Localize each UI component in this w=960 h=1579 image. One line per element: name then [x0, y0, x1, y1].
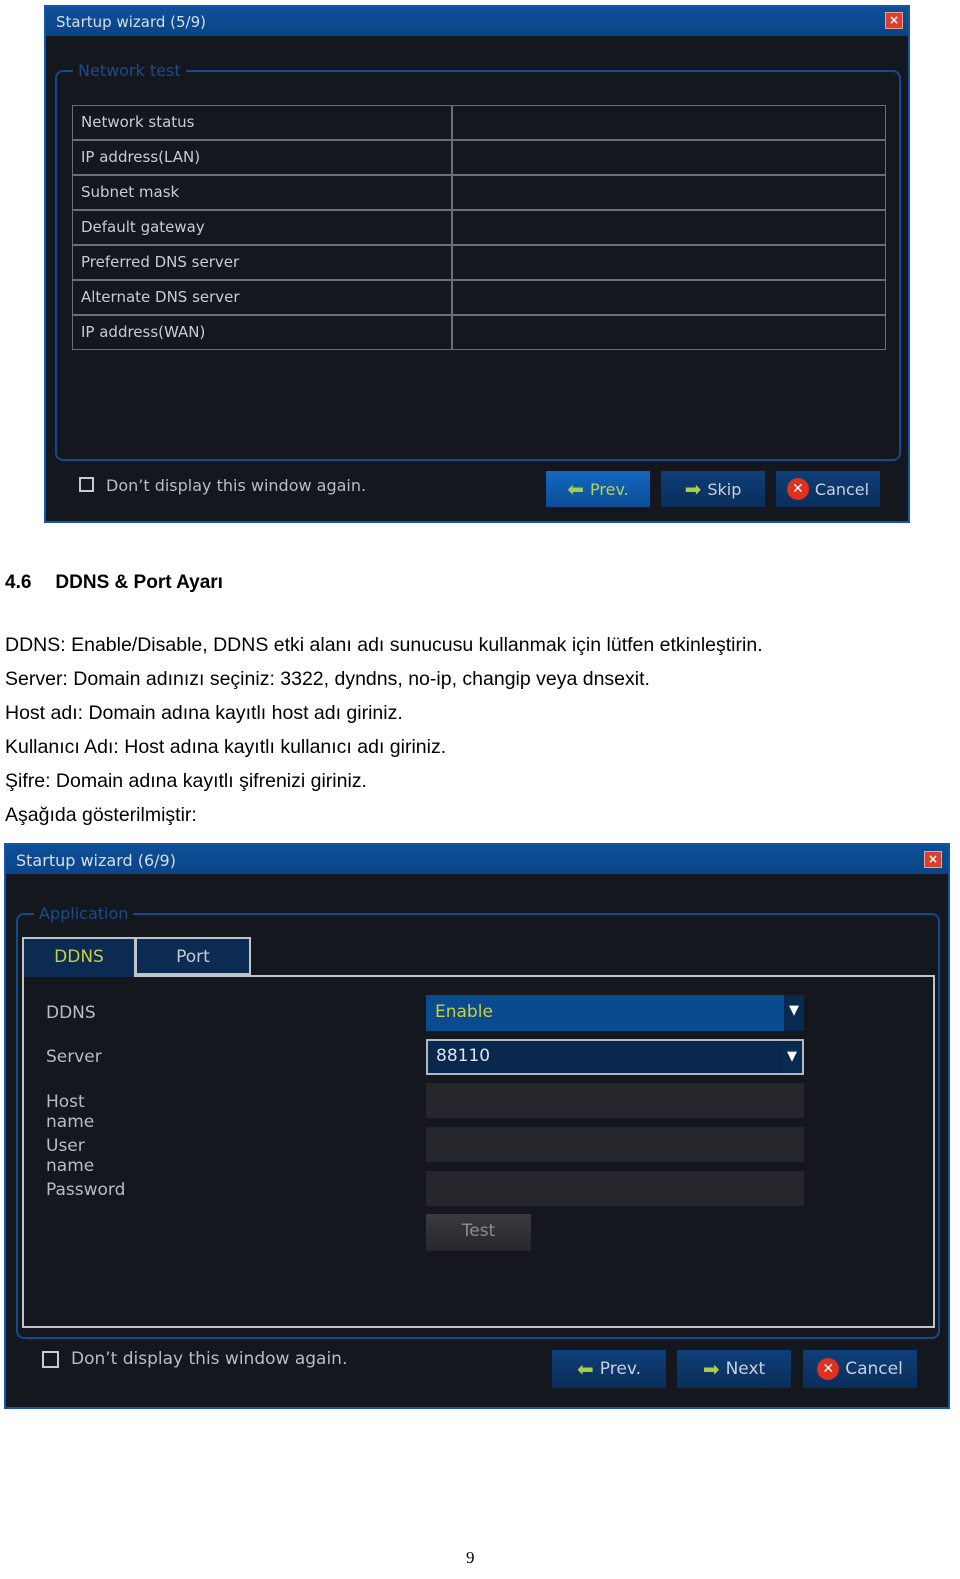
paragraph-line: DDNS: Enable/Disable, DDNS etki alanı ad…	[5, 634, 763, 656]
cancel-button[interactable]: ✕ Cancel	[803, 1350, 917, 1388]
user-name-label: User name	[46, 1136, 95, 1176]
ddns-label: DDNS	[46, 1003, 96, 1023]
paragraph-line: Host adı: Domain adına kayıtlı host adı …	[5, 702, 403, 724]
paragraph-line: Aşağıda gösterilmiştir:	[5, 804, 197, 826]
cancel-x-icon: ✕	[786, 478, 809, 500]
tab-ddns[interactable]: DDNS	[22, 937, 136, 977]
wizard-window-application: Startup wizard (6/9) × Application DDNS …	[4, 843, 950, 1409]
row-value	[452, 105, 886, 140]
row-label: Network status	[72, 105, 452, 140]
network-row: Subnet mask	[72, 175, 886, 210]
arrow-right-icon: ➡	[702, 1357, 720, 1381]
row-label: IP address(WAN)	[72, 315, 452, 350]
paragraph-line: Şifre: Domain adına kayıtlı şifrenizi gi…	[5, 770, 367, 792]
dont-display-checkbox[interactable]	[79, 477, 94, 492]
cancel-x-icon: ✕	[817, 1358, 840, 1380]
group-legend: Application	[34, 904, 134, 923]
arrow-right-icon: ➡	[684, 477, 702, 501]
server-select[interactable]: 88110 ▼	[426, 1039, 804, 1075]
cancel-label: Cancel	[814, 479, 870, 499]
row-value	[452, 315, 886, 350]
user-name-input[interactable]	[426, 1127, 804, 1162]
skip-label: Skip	[707, 479, 742, 499]
arrow-left-icon: ⬅	[577, 1357, 594, 1381]
next-button[interactable]: ➡ Next	[677, 1350, 791, 1388]
network-row: Alternate DNS server	[72, 280, 886, 315]
ddns-value: Enable	[435, 1002, 493, 1022]
row-label: Alternate DNS server	[72, 280, 452, 315]
network-row: Network status	[72, 105, 886, 140]
row-value	[452, 140, 886, 175]
host-name-input[interactable]	[426, 1083, 804, 1118]
dont-display-checkbox[interactable]	[42, 1351, 59, 1368]
prev-label: Prev.	[590, 479, 629, 499]
row-label: Preferred DNS server	[72, 245, 452, 280]
network-test-group: Network test Network status IP address(LA…	[55, 61, 901, 461]
server-label: Server	[46, 1047, 102, 1067]
dont-display-label: Don’t display this window again.	[106, 476, 367, 495]
dont-display-label: Don’t display this window again.	[71, 1349, 348, 1369]
row-value	[452, 280, 886, 315]
network-row: IP address(LAN)	[72, 140, 886, 175]
host-name-label: Host name	[46, 1092, 95, 1132]
chevron-down-icon: ▼	[782, 1041, 802, 1073]
row-label: Subnet mask	[72, 175, 452, 210]
server-value: 88110	[436, 1046, 491, 1066]
cancel-button[interactable]: ✕ Cancel	[776, 471, 880, 507]
row-value	[452, 175, 886, 210]
page-number: 9	[466, 1548, 475, 1567]
network-row: IP address(WAN)	[72, 315, 886, 350]
paragraph-line: Kullanıcı Adı: Host adına kayıtlı kullan…	[5, 736, 447, 758]
next-label: Next	[725, 1359, 766, 1379]
prev-button[interactable]: ⬅ Prev.	[546, 471, 650, 507]
prev-button[interactable]: ⬅ Prev.	[552, 1350, 666, 1388]
ddns-select[interactable]: Enable ▼	[426, 995, 804, 1031]
cancel-label: Cancel	[845, 1359, 903, 1379]
row-value	[452, 210, 886, 245]
tab-port[interactable]: Port	[135, 937, 251, 975]
password-label: Password	[46, 1180, 126, 1200]
network-row: Default gateway	[72, 210, 886, 245]
skip-button[interactable]: ➡ Skip	[661, 471, 765, 507]
row-label: IP address(LAN)	[72, 140, 452, 175]
title-bar: Startup wizard (6/9)	[6, 845, 948, 874]
test-button[interactable]: Test	[426, 1214, 531, 1251]
row-value	[452, 245, 886, 280]
paragraph-line: Server: Domain adınızı seçiniz: 3322, dy…	[5, 668, 650, 690]
close-button[interactable]: ×	[924, 851, 942, 868]
arrow-left-icon: ⬅	[567, 477, 584, 501]
password-input[interactable]	[426, 1171, 804, 1206]
title-bar: Startup wizard (5/9)	[46, 7, 908, 36]
section-heading: 4.6 DDNS & Port Ayarı	[5, 572, 223, 594]
row-label: Default gateway	[72, 210, 452, 245]
group-legend: Network test	[73, 61, 186, 80]
chevron-down-icon: ▼	[784, 995, 804, 1031]
close-button[interactable]: ×	[885, 12, 903, 29]
section-number: 4.6	[5, 572, 32, 593]
network-row: Preferred DNS server	[72, 245, 886, 280]
prev-label: Prev.	[599, 1359, 641, 1379]
section-title: DDNS & Port Ayarı	[55, 572, 223, 593]
wizard-window-network-test: Startup wizard (5/9) × Network test Netw…	[44, 5, 910, 523]
